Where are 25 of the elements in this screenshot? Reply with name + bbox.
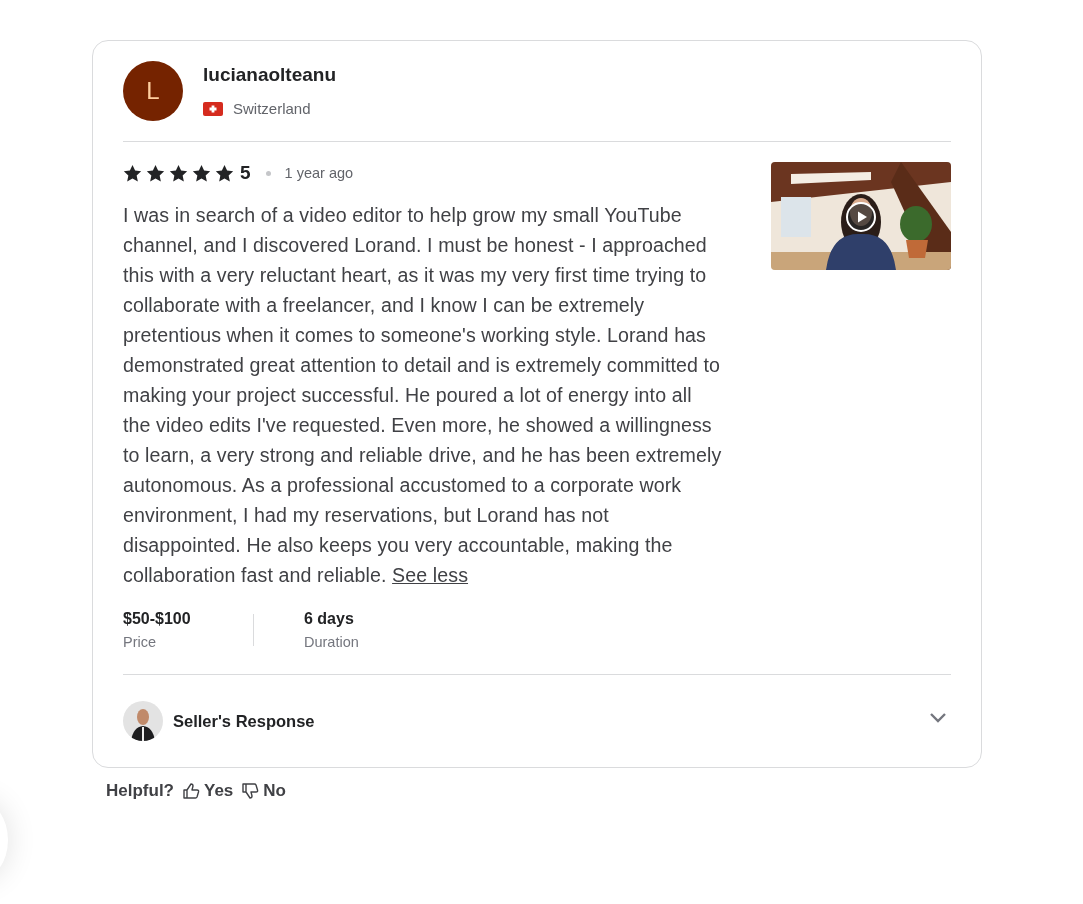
see-less-link[interactable]: See less — [392, 564, 469, 586]
detail-value: 6 days — [304, 610, 355, 628]
no-button[interactable]: No — [241, 781, 286, 801]
helpful-label: Helpful? — [106, 781, 174, 801]
star-icon — [169, 163, 188, 183]
rating-value: 5 — [240, 162, 251, 184]
detail-value: $50-$100 — [123, 610, 192, 628]
detail-label: Duration — [304, 634, 360, 650]
star-icon — [123, 163, 142, 183]
detail-label: Price — [123, 634, 158, 650]
country-name: Switzerland — [233, 100, 311, 117]
thumbs-down-icon — [241, 782, 260, 800]
star-icon — [215, 163, 234, 183]
review-time: 1 year ago — [284, 165, 354, 181]
star-icon — [146, 163, 165, 183]
section-title: Seller's Response — [173, 711, 316, 731]
star-icon — [192, 163, 211, 183]
thumbs-up-icon — [182, 782, 200, 800]
review-text: I was in search of a video editor to help grow my small YouTube channel, and I discovered Lorand. I must be honest - I approached this with a very reluctant heart, as it was my very first time trying to collaborate with a freelancer, and I know I can be extremely pretentious when it comes to someone's working style. Lorand has demonstrated great attention to detail and is extremely committed to making your project successful. He poured a lot of energy into all the video edits I've requested. Even more, he showed a willingness to learn, a very strong and reliable drive, and he has been extremely autonomous. As a professional accustomed to a corporate work environment, I had my reservations, but Lorand has not disappointed. He also keeps you very accountable, making the collaboration fast and reliable. See less — [123, 203, 723, 588]
play-icon[interactable] — [846, 202, 876, 232]
yes-button[interactable]: Yes — [182, 781, 234, 801]
chevron-icon[interactable] — [929, 711, 947, 723]
avatar: L — [123, 61, 183, 121]
reviewer-name: lucianaolteanu — [203, 64, 337, 86]
flag-icon — [203, 101, 223, 116]
